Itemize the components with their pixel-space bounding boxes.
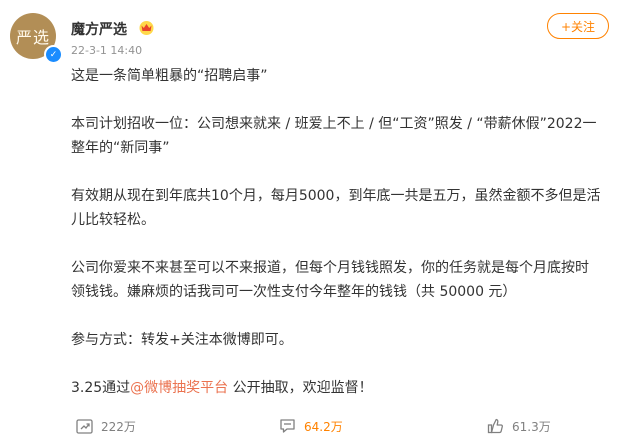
post-paragraph: 3.25通过@微博抽奖平台 公开抽取，欢迎监督！ xyxy=(71,376,601,400)
comment-icon xyxy=(280,419,295,433)
post-paragraph: 这是一条简单粗暴的“招聘启事” xyxy=(71,68,268,84)
post-paragraph: 公司你爱来不来甚至可以不来报道，但每个月钱钱照发，你的任务就是每个月底按时领钱钱… xyxy=(71,260,589,300)
post-paragraph: 有效期从现在到年底共10个月，每月5000，到年底一共是五万，虽然金额不多但是活… xyxy=(71,188,601,228)
post-content: 这是一条简单粗暴的“招聘启事” 本司计划招收一位：公司想来就来 / 班爱上不上 … xyxy=(71,64,601,400)
action-bar: 222万 64.2万 61.3万 xyxy=(0,411,619,441)
repost-icon xyxy=(76,418,93,434)
repost-count: 222万 xyxy=(101,419,136,434)
thumbs-up-icon xyxy=(487,418,503,434)
comment-button[interactable]: 64.2万 xyxy=(279,411,343,441)
draw-date-text: 3.25通过 xyxy=(71,380,131,396)
draw-note-text: 公开抽取，欢迎监督！ xyxy=(228,380,373,396)
post-timestamp[interactable]: 22-3-1 14:40 xyxy=(71,44,142,57)
follow-button[interactable]: +关注 xyxy=(547,13,609,39)
post-paragraph: 参与方式：转发+关注本微博即可。 xyxy=(71,332,293,348)
author-name[interactable]: 魔方严选 xyxy=(71,19,127,39)
crown-icon xyxy=(139,21,154,35)
repost-button[interactable]: 222万 xyxy=(76,411,136,441)
like-count: 61.3万 xyxy=(512,419,551,434)
comment-count: 64.2万 xyxy=(304,419,343,434)
verified-badge-icon: ✓ xyxy=(44,45,63,64)
post-paragraph: 本司计划招收一位：公司想来就来 / 班爱上不上 / 但“工资”照发 / “带薪休… xyxy=(71,116,597,156)
like-button[interactable]: 61.3万 xyxy=(487,411,551,441)
avatar-text: 严选 xyxy=(15,28,50,47)
mention-link[interactable]: @微博抽奖平台 xyxy=(130,380,228,396)
